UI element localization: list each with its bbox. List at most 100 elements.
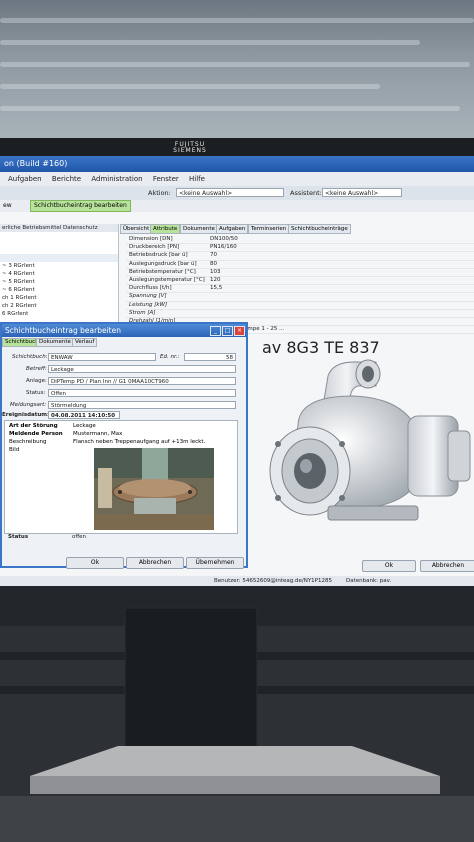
attribute-value: DN100/50 [210, 236, 238, 242]
menu-hilfe[interactable]: Hilfe [189, 175, 205, 183]
tree-item[interactable]: ch 1 RGrIent [0, 294, 118, 302]
pump-image [269, 359, 471, 521]
attribute-row[interactable]: Leistung [kW] [126, 302, 474, 310]
status-row-label: Status [8, 534, 29, 540]
tab-aufgaben[interactable]: Aufgaben [216, 224, 249, 234]
attribute-row[interactable]: Auslegungsdruck [bar ü] 80 [126, 261, 474, 269]
tree-item[interactable]: ~ 3 RGrIent [0, 262, 118, 270]
attribute-name: Druckbereich [PN] [129, 244, 180, 251]
person-value: Mustermann, Max [73, 431, 123, 437]
tab-dokumente[interactable]: Dokumente [180, 224, 218, 234]
top-tab-row: ew Schichtbucheintrag bearbeiten [0, 200, 474, 212]
attribute-row[interactable]: Auslegungstemperatur [°C] 120 [126, 276, 474, 286]
tree-item[interactable]: 6 RGrIent [0, 310, 118, 318]
tab-attribute[interactable]: Attribute [150, 224, 181, 234]
cancel-button[interactable]: Abbrechen [420, 560, 474, 572]
attribute-value: 103 [210, 268, 221, 275]
tab-uebersicht[interactable]: Übersicht [120, 224, 153, 234]
tree-item[interactable]: ~ 6 RGrIent [0, 286, 118, 294]
list-item [0, 232, 118, 240]
aktion-select[interactable]: <keine Auswahl> [176, 188, 284, 197]
left-panel-header: erliche Betriebsmittel Datenschutz [0, 224, 118, 232]
left-header-datenschutz[interactable]: Datenschutz [63, 225, 98, 231]
dialog-apply-button[interactable]: Übernehmen [186, 557, 244, 569]
beschreibung-label: Beschreibung [9, 439, 47, 445]
betreff-label: Betreff: [26, 366, 47, 372]
status-select[interactable]: Offen [48, 389, 236, 397]
blur-line [0, 40, 420, 45]
tree-item[interactable]: ~ 4 RGrIent [0, 270, 118, 278]
maximize-icon[interactable]: □ [222, 326, 233, 336]
tab-schichtbucheintraege[interactable]: Schichtbucheinträge [288, 224, 351, 234]
tab-terminserien[interactable]: Terminserien [248, 224, 290, 234]
ereignisdatum-field[interactable]: 04.08.2011 14:10:50 [48, 411, 120, 419]
attribute-name: Strom [A] [129, 309, 156, 316]
bild-label: Bild [9, 447, 20, 453]
close-icon[interactable]: × [234, 326, 245, 336]
minimize-icon[interactable]: _ [210, 326, 221, 336]
tree-item[interactable]: ~ 5 RGrIent [0, 278, 118, 286]
schichtbuch-label: Schichtbuch: [12, 354, 48, 360]
assistent-label: Assistent: [290, 189, 322, 197]
attribute-name: Auslegungstemperatur [°C] [129, 276, 205, 283]
anlage-select[interactable]: DiPTemp PD / Plan Inn // G1 0MAA10CT960 [48, 377, 236, 385]
monitor-brand-logo: FUJITSU SIEMENS [160, 142, 220, 154]
attribute-row[interactable]: Druckbereich [PN] PN16/160 [126, 244, 474, 253]
left-header-betriebsmittel[interactable]: erliche Betriebsmittel [2, 225, 61, 231]
meldungsart-label: Meldungsart: [10, 402, 47, 408]
attribute-row[interactable]: Dimension [DN] DN100/50 [126, 236, 474, 245]
attribute-name: Betriebstemperatur [°C] [129, 268, 196, 275]
blur-line [0, 18, 474, 23]
blur-line [0, 106, 460, 111]
attribute-row[interactable]: Spannung [V] [126, 293, 474, 302]
schichtbuch-field[interactable]: ENWAW [48, 353, 156, 361]
art-label: Art der Störung [9, 423, 58, 429]
toolbar: Aktion: <keine Auswahl> Assistent: <kein… [0, 186, 474, 200]
attribute-value: 80 [210, 260, 217, 267]
app-titlebar: on (Build #160) [0, 156, 474, 172]
menu-aufgaben[interactable]: Aufgaben [8, 175, 42, 183]
attr-extra-text: av 8G3 TE 837 [262, 338, 380, 357]
menu-berichte[interactable]: Berichte [52, 175, 81, 183]
tab-verlauf[interactable]: Verlauf [72, 338, 98, 347]
attribute-name: Leistung [kW] [129, 301, 168, 308]
attribute-row[interactable]: Durchfluss [t/h] 15,5 [126, 285, 474, 294]
tree-item[interactable]: ch 2 RGrIent [0, 302, 118, 310]
brand-line2: SIEMENS [173, 147, 207, 154]
attribute-row[interactable]: Betriebsdruck [bar ü] 70 [126, 252, 474, 261]
attribute-row[interactable]: Strom [A] [126, 310, 474, 318]
menu-bar: Aufgaben Berichte Administration Fenster… [0, 172, 474, 186]
tab-schichtbucheintrag-bearbeiten[interactable]: Schichtbucheintrag bearbeiten [30, 200, 131, 212]
tab-dokumente[interactable]: Dokumente [36, 338, 74, 347]
dialog-tab-row: Schichtbuch Dokumente Verlauf [2, 338, 246, 347]
dialog-cancel-button[interactable]: Abbrechen [126, 557, 184, 569]
background-top [0, 0, 474, 140]
dialog-ok-button[interactable]: Ok [66, 557, 124, 569]
ok-button[interactable]: Ok [362, 560, 416, 572]
attribute-row[interactable]: Betriebstemperatur [°C] 103 [126, 269, 474, 277]
attribute-value: 15,5 [210, 285, 223, 292]
status-database: Datenbank: pav. dmo@mbrac01.avb.company [346, 578, 392, 584]
ereignisdatum-label: Ereignisdatum: [2, 412, 50, 418]
leak-photo [94, 448, 214, 530]
anlage-label: Anlage: [26, 378, 47, 384]
status-row-value: offen [72, 534, 87, 540]
attribute-name: Spannung [V] [129, 293, 167, 300]
ed-nr-label: Ed. nr.: [160, 354, 180, 360]
menu-administration[interactable]: Administration [91, 175, 142, 183]
attribute-value: 120 [210, 276, 221, 283]
betreff-field[interactable]: Leckage [48, 365, 236, 373]
ed-nr-field[interactable]: 58 [184, 353, 236, 361]
attribute-value: 70 [210, 252, 217, 259]
assistent-select[interactable]: <keine Auswahl> [322, 188, 402, 197]
art-value: Leckage [73, 423, 96, 429]
aktion-label: Aktion: [148, 189, 171, 197]
list-item [0, 254, 118, 262]
tab-overview[interactable]: ew [0, 200, 15, 212]
menu-fenster[interactable]: Fenster [153, 175, 179, 183]
attribute-name: Auslegungsdruck [bar ü] [129, 260, 197, 267]
blur-line [0, 62, 470, 67]
attribute-name: Dimension [DN] [129, 236, 173, 242]
status-bar: Benutzer: 54652609@inteag.de/NY1P1285 Da… [0, 576, 474, 586]
meldungsart-select[interactable]: Störmeldung [48, 401, 236, 409]
